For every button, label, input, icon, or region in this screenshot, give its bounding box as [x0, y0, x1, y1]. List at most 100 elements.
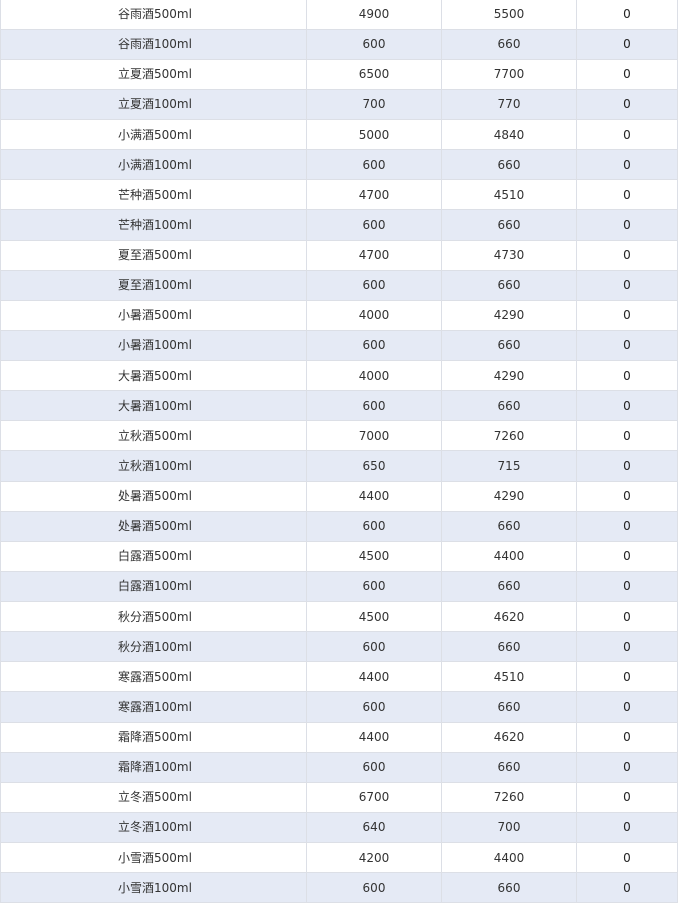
product-name-cell: 小满酒100ml — [0, 149, 307, 181]
value-c-cell: 0 — [576, 752, 678, 783]
value-c-cell: 0 — [576, 360, 678, 392]
table-row[interactable]: 小满酒100ml 600 660 0 — [0, 149, 678, 181]
table-row[interactable]: 谷雨酒500ml 4900 5500 0 — [0, 0, 678, 30]
table-row[interactable]: 夏至酒500ml 4700 4730 0 — [0, 240, 678, 271]
table-row[interactable]: 寒露酒500ml 4400 4510 0 — [0, 661, 678, 693]
value-b-cell: 4290 — [441, 481, 577, 512]
value-c-cell: 0 — [576, 390, 678, 422]
value-c-cell: 0 — [576, 59, 678, 90]
value-a-cell: 600 — [306, 29, 442, 60]
value-b-cell: 660 — [441, 752, 577, 783]
table-row[interactable]: 立秋酒500ml 7000 7260 0 — [0, 420, 678, 452]
table-row[interactable]: 小暑酒500ml 4000 4290 0 — [0, 300, 678, 331]
table-row[interactable]: 处暑酒500ml 4400 4290 0 — [0, 481, 678, 512]
table-row[interactable]: 小雪酒500ml 4200 4400 0 — [0, 842, 678, 874]
value-b-cell: 7260 — [441, 782, 577, 813]
value-c-cell: 0 — [576, 29, 678, 60]
product-name-cell: 霜降酒500ml — [0, 722, 307, 753]
table-row[interactable]: 大暑酒500ml 4000 4290 0 — [0, 360, 678, 392]
table-row[interactable]: 大暑酒100ml 600 660 0 — [0, 390, 678, 422]
table-row[interactable]: 白露酒100ml 600 660 0 — [0, 571, 678, 603]
value-c-cell: 0 — [576, 661, 678, 693]
product-name-cell: 谷雨酒500ml — [0, 0, 307, 30]
table-row[interactable]: 秋分酒100ml 600 660 0 — [0, 631, 678, 663]
value-a-cell: 600 — [306, 752, 442, 783]
value-c-cell: 0 — [576, 420, 678, 452]
value-a-cell: 4700 — [306, 240, 442, 271]
value-b-cell: 660 — [441, 571, 577, 603]
table-row[interactable]: 立夏酒100ml 700 770 0 — [0, 89, 678, 121]
value-b-cell: 660 — [441, 511, 577, 542]
value-c-cell: 0 — [576, 0, 678, 30]
table-row[interactable]: 寒露酒100ml 600 660 0 — [0, 691, 678, 723]
table-row[interactable]: 立秋酒100ml 650 715 0 — [0, 450, 678, 482]
product-name-cell: 夏至酒500ml — [0, 240, 307, 271]
product-name-cell: 秋分酒500ml — [0, 601, 307, 633]
table-row[interactable]: 立冬酒100ml 640 700 0 — [0, 812, 678, 844]
product-name-cell: 芒种酒100ml — [0, 209, 307, 241]
value-c-cell: 0 — [576, 450, 678, 482]
table-row[interactable]: 小雪酒100ml 600 660 0 — [0, 872, 678, 904]
product-name-cell: 小暑酒100ml — [0, 330, 307, 362]
product-name-cell: 秋分酒100ml — [0, 631, 307, 663]
value-a-cell: 640 — [306, 812, 442, 844]
table-row[interactable]: 小满酒500ml 5000 4840 0 — [0, 119, 678, 151]
product-name-cell: 小雪酒100ml — [0, 872, 307, 904]
table-row[interactable]: 霜降酒500ml 4400 4620 0 — [0, 722, 678, 753]
value-b-cell: 660 — [441, 631, 577, 663]
value-c-cell: 0 — [576, 842, 678, 874]
value-a-cell: 4000 — [306, 300, 442, 331]
value-a-cell: 600 — [306, 872, 442, 904]
table-row[interactable]: 芒种酒500ml 4700 4510 0 — [0, 179, 678, 211]
product-name-cell: 芒种酒500ml — [0, 179, 307, 211]
value-a-cell: 600 — [306, 149, 442, 181]
product-name-cell: 夏至酒100ml — [0, 270, 307, 301]
value-c-cell: 0 — [576, 270, 678, 301]
table-row[interactable]: 立夏酒500ml 6500 7700 0 — [0, 59, 678, 90]
value-a-cell: 600 — [306, 571, 442, 603]
product-name-cell: 立冬酒100ml — [0, 812, 307, 844]
product-table: 谷雨酒500ml 4900 5500 0 谷雨酒100ml 600 660 0 立夏酒500ml… — [0, 0, 678, 904]
table-row[interactable]: 谷雨酒100ml 600 660 0 — [0, 29, 678, 60]
value-c-cell: 0 — [576, 89, 678, 121]
value-b-cell: 715 — [441, 450, 577, 482]
product-name-cell: 霜降酒100ml — [0, 752, 307, 783]
product-name-cell: 处暑酒500ml — [0, 481, 307, 512]
value-b-cell: 700 — [441, 812, 577, 844]
value-c-cell: 0 — [576, 571, 678, 603]
value-a-cell: 600 — [306, 209, 442, 241]
product-name-cell: 立夏酒100ml — [0, 89, 307, 121]
value-a-cell: 600 — [306, 390, 442, 422]
table-row[interactable]: 夏至酒100ml 600 660 0 — [0, 270, 678, 301]
value-c-cell: 0 — [576, 240, 678, 271]
table-row[interactable]: 白露酒500ml 4500 4400 0 — [0, 541, 678, 572]
value-b-cell: 660 — [441, 29, 577, 60]
value-b-cell: 660 — [441, 209, 577, 241]
value-c-cell: 0 — [576, 511, 678, 542]
value-b-cell: 660 — [441, 149, 577, 181]
value-b-cell: 4400 — [441, 541, 577, 572]
value-a-cell: 600 — [306, 511, 442, 542]
value-c-cell: 0 — [576, 601, 678, 633]
value-c-cell: 0 — [576, 481, 678, 512]
product-table-body: 谷雨酒500ml 4900 5500 0 谷雨酒100ml 600 660 0 立夏酒500ml… — [0, 0, 678, 904]
value-b-cell: 5500 — [441, 0, 577, 30]
product-name-cell: 白露酒500ml — [0, 541, 307, 572]
table-row[interactable]: 立冬酒500ml 6700 7260 0 — [0, 782, 678, 813]
value-c-cell: 0 — [576, 179, 678, 211]
table-row[interactable]: 霜降酒100ml 600 660 0 — [0, 752, 678, 783]
value-a-cell: 7000 — [306, 420, 442, 452]
table-row[interactable]: 芒种酒100ml 600 660 0 — [0, 209, 678, 241]
value-c-cell: 0 — [576, 872, 678, 904]
table-row[interactable]: 小暑酒100ml 600 660 0 — [0, 330, 678, 362]
value-b-cell: 4290 — [441, 300, 577, 331]
value-b-cell: 660 — [441, 691, 577, 723]
table-row[interactable]: 处暑酒500ml 600 660 0 — [0, 511, 678, 542]
product-name-cell: 寒露酒500ml — [0, 661, 307, 693]
value-a-cell: 600 — [306, 330, 442, 362]
value-a-cell: 700 — [306, 89, 442, 121]
value-a-cell: 4400 — [306, 722, 442, 753]
value-b-cell: 4730 — [441, 240, 577, 271]
table-row[interactable]: 秋分酒500ml 4500 4620 0 — [0, 601, 678, 633]
value-a-cell: 4500 — [306, 541, 442, 572]
